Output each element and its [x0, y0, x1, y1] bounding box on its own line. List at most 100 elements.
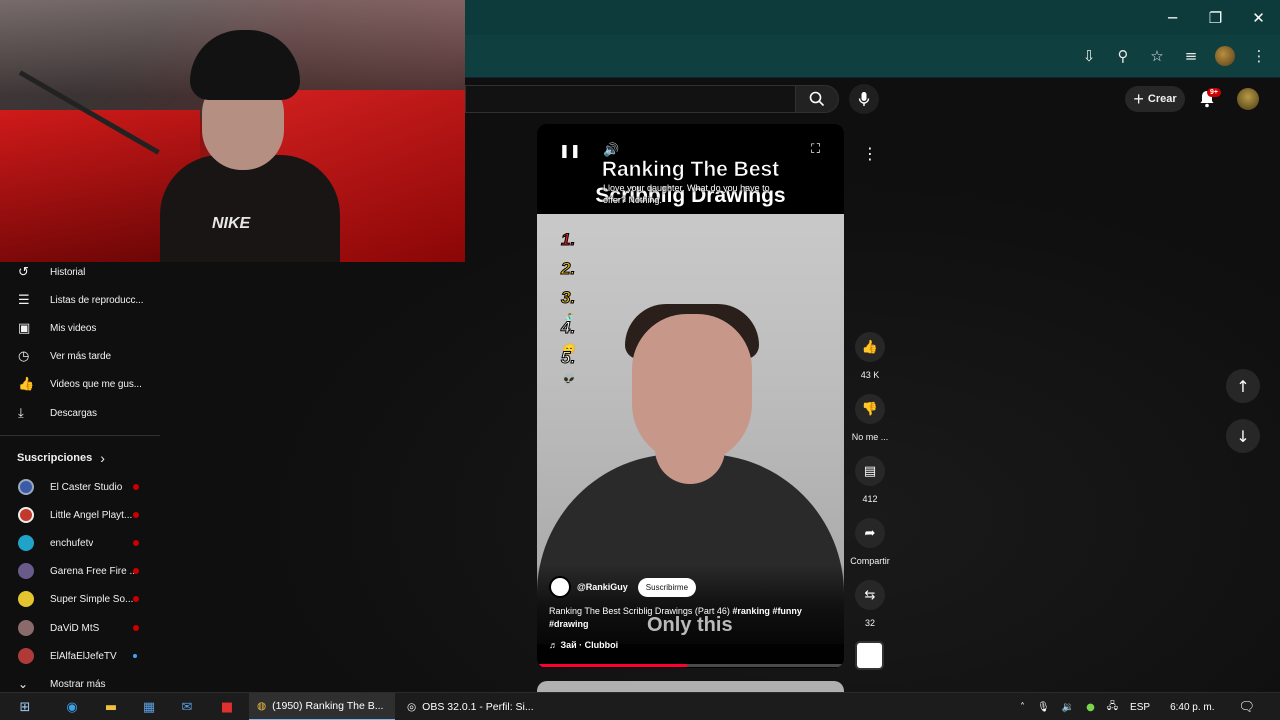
volume-tray-icon[interactable]: 🔉 [1062, 702, 1074, 713]
reading-list-icon[interactable]: ≡ [1178, 42, 1204, 70]
rank-item: 5.👽 [560, 348, 576, 387]
sidebar-item-label: Descargas [50, 407, 97, 419]
channel-name[interactable]: @RankiGuy [577, 582, 628, 592]
minimize-button[interactable]: ─ [1151, 0, 1194, 35]
sidebar-item-label: Ver más tarde [50, 350, 111, 362]
new-content-indicator [133, 654, 137, 658]
like-icon: 👍 [855, 332, 885, 362]
dislike-icon: 👎 [855, 394, 885, 424]
video-description[interactable]: Ranking The Best Scriblig Drawings (Part… [549, 605, 834, 631]
video-progress-fill [537, 664, 688, 667]
zoom-icon[interactable]: ⚲ [1110, 42, 1136, 70]
show-more-label: Mostrar más [50, 678, 106, 690]
microphone-icon [858, 92, 870, 106]
dislike-label: No me ... [851, 432, 889, 442]
sidebar-item-my-videos[interactable]: ▣ Mis videos [0, 314, 160, 342]
subscription-item[interactable]: Little Angel Playt... [0, 501, 160, 529]
sidebar-item-liked[interactable]: 👍 Videos que me gus... [0, 370, 160, 398]
next-short-button[interactable]: ↓ [1226, 419, 1260, 453]
dislike-button[interactable]: 👎 No me ... [846, 394, 894, 442]
share-button[interactable]: ➦ Compartir [846, 518, 894, 566]
sidebar-item-playlists[interactable]: ☰ Listas de reproducc... [0, 286, 160, 314]
subscription-item[interactable]: Super Simple So... [0, 585, 160, 613]
chevron-down-icon: ⌄ [18, 677, 29, 691]
subscription-item[interactable]: DaViD MtS [0, 614, 160, 642]
microphone-tray-icon[interactable]: 🎙 [1037, 702, 1050, 713]
share-icon: ➦ [855, 518, 885, 548]
plus-icon: + [1133, 89, 1144, 109]
restore-button[interactable]: ❐ [1194, 0, 1237, 35]
subscription-item[interactable]: ElAlfaElJefeTV [0, 642, 160, 670]
subscriptions-title: Suscripciones [17, 452, 93, 464]
chevron-up-icon[interactable]: ˄ [1020, 702, 1025, 713]
notification-center-icon[interactable]: 🗨 [1239, 700, 1256, 715]
sidebar-item-history[interactable]: ↺ Historial [0, 258, 160, 286]
sidebar-item-label: Videos que me gus... [50, 378, 142, 390]
start-icon[interactable]: ⊞ [6, 693, 44, 720]
watch-later-icon: ◷ [18, 348, 30, 364]
subscription-name: Little Angel Playt... [50, 509, 133, 521]
channel-avatar[interactable] [549, 576, 571, 598]
music-link[interactable]: ♬ Зай · Clubboi [549, 640, 618, 650]
sidebar-divider [0, 435, 160, 436]
language-indicator[interactable]: ESP [1130, 702, 1150, 713]
chrome-icon: ◍ [257, 700, 267, 712]
comments-button[interactable]: ▤ 412 [846, 456, 894, 504]
edge-icon[interactable]: ◉ [53, 693, 91, 720]
bookmark-star-icon[interactable]: ☆ [1144, 42, 1170, 70]
more-options-button[interactable]: ⋮ [855, 138, 885, 168]
voice-search-button[interactable] [849, 84, 879, 114]
menu-icon[interactable]: ⋮ [1246, 42, 1272, 70]
video-progress-bar[interactable] [537, 664, 844, 667]
sidebar-item-watch-later[interactable]: ◷ Ver más tarde [0, 342, 160, 370]
subscribe-button[interactable]: Suscribirme [637, 577, 697, 597]
subscription-item[interactable]: Garena Free Fire ... [0, 557, 160, 585]
create-button[interactable]: + Crear [1125, 86, 1185, 112]
file-explorer-icon[interactable]: ▬ [92, 693, 130, 720]
remix-button[interactable]: ⇆ 32 [846, 580, 894, 628]
webcam-person-body: NIKE [160, 155, 340, 262]
system-tray: ˄ 🎙 🔉 ● 🖧 ESP 6:40 p. m. 🗨 [1020, 693, 1255, 720]
store-icon[interactable]: ▦ [130, 693, 168, 720]
channel-avatar [18, 591, 34, 607]
remix-count: 32 [864, 618, 875, 628]
profile-avatar[interactable] [1212, 42, 1238, 70]
remix-icon: ⇆ [855, 580, 885, 610]
chevron-right-icon: › [100, 450, 105, 466]
like-button[interactable]: 👍 43 K [846, 332, 894, 380]
sidebar-item-downloads[interactable]: ⤓ Descargas [0, 399, 160, 427]
create-label: Crear [1147, 93, 1177, 105]
next-short-preview[interactable] [537, 681, 844, 692]
clock[interactable]: 6:40 p. m. [1170, 702, 1214, 713]
video-title-line1: Ranking The Best [601, 158, 780, 182]
app-tray-icon[interactable]: ● [1086, 702, 1095, 713]
fullscreen-icon[interactable]: ⛶ [811, 142, 820, 157]
shorts-player[interactable]: Ranking The Best Scribblig Drawings I lo… [537, 124, 844, 668]
download-icon: ⤓ [18, 405, 24, 421]
previous-short-button[interactable]: ↑ [1226, 369, 1260, 403]
volume-icon[interactable]: 🔊 [603, 143, 619, 158]
taskbar-task-obs[interactable]: ◎ OBS 32.0.1 - Perfil: Si... [399, 693, 545, 720]
subscriptions-header[interactable]: Suscripciones › [17, 450, 105, 466]
obs-icon: ◎ [407, 701, 417, 713]
wps-icon[interactable]: ■ [208, 693, 246, 720]
mail-icon[interactable]: ✉ [168, 693, 206, 720]
history-icon: ↺ [18, 264, 29, 280]
network-icon[interactable]: 🖧 [1107, 699, 1118, 716]
webcam-person-hair [190, 30, 300, 100]
search-input[interactable] [465, 85, 795, 113]
sidebar-item-label: Historial [50, 266, 86, 278]
pause-icon[interactable]: ❚❚ [559, 144, 581, 159]
sidebar-item-label: Mis videos [50, 322, 97, 334]
task-label: (1950) Ranking The B... [272, 700, 384, 712]
subscription-item[interactable]: enchufetv [0, 529, 160, 557]
taskbar-task-chrome[interactable]: ◍ (1950) Ranking The B... [249, 693, 395, 720]
sound-thumbnail[interactable] [855, 641, 884, 670]
account-avatar[interactable] [1237, 88, 1259, 110]
install-icon[interactable]: ⇩ [1076, 42, 1102, 70]
channel-avatar [18, 535, 34, 551]
subscription-item[interactable]: El Caster Studio [0, 473, 160, 501]
close-button[interactable]: ✕ [1237, 0, 1280, 35]
taskbar: ⊞ ◉ ▬ ▦ ✉ ■ ◍ (1950) Ranking The B... ◎ … [0, 692, 1280, 720]
search-button[interactable] [795, 85, 839, 113]
